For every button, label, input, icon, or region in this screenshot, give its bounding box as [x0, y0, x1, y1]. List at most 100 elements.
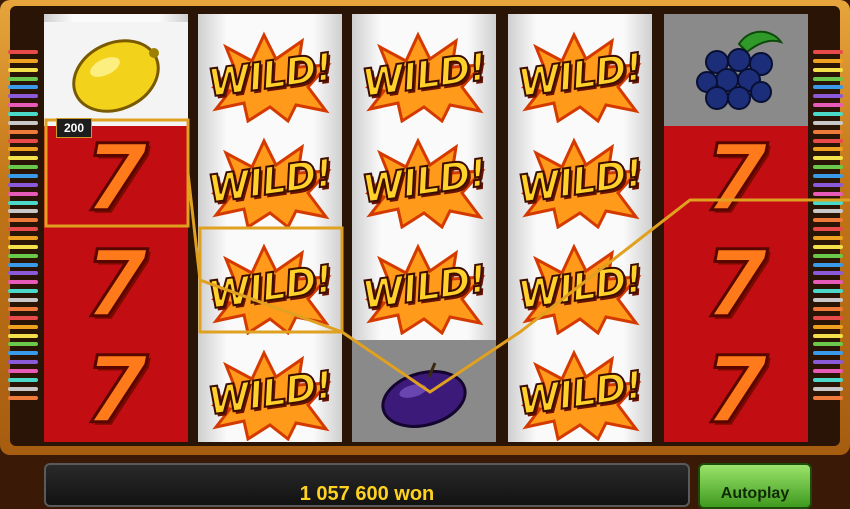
line-indicator-stripe [813, 174, 843, 179]
line-indicator-stripe [813, 227, 843, 232]
reel-4: WILD! WILD! WILD! WILD! [508, 14, 652, 442]
line-indicator-stripe [8, 289, 38, 294]
symbol-wild: WILD! [508, 22, 652, 128]
line-indicator-stripe [8, 377, 38, 382]
reel-3: WILD! WILD! WILD! [352, 14, 496, 442]
line-indicator-stripe [813, 271, 843, 276]
line-indicator-stripe [8, 76, 38, 81]
win-amount-text: 1 057 600 won [299, 483, 435, 505]
line-indicator-stripe [813, 94, 843, 99]
autoplay-button[interactable]: Autoplay [698, 463, 812, 509]
line-indicator-stripe [813, 200, 843, 205]
seven-symbol: 7 [702, 231, 769, 338]
line-indicator-stripe [813, 156, 843, 161]
symbol-wild: WILD! [352, 234, 496, 340]
symbol-plum [352, 340, 496, 442]
symbol-wild: WILD! [198, 22, 342, 128]
line-indicator-stripe [813, 67, 843, 72]
line-indicator-stripe [813, 191, 843, 196]
line-indicator-stripe [813, 138, 843, 143]
line-indicator-stripe [813, 377, 843, 382]
line-indicator-stripe [813, 50, 843, 54]
right-line-indicators [813, 50, 843, 400]
line-indicator-stripe [8, 147, 38, 152]
line-indicator-stripe [813, 306, 843, 311]
symbol-grapes [664, 14, 808, 126]
plum-icon [381, 362, 467, 428]
symbol-wild: WILD! [508, 128, 652, 234]
line-indicator-stripe [8, 360, 38, 365]
symbol-seven: 7 [44, 338, 188, 442]
symbol-seven: 7 [664, 126, 808, 232]
line-indicator-stripe [8, 156, 38, 161]
line-indicator-stripe [8, 58, 38, 63]
symbol-seven: 7 [664, 338, 808, 442]
line-indicator-stripe [8, 129, 38, 134]
line-win-badge: 200 [56, 118, 92, 138]
line-indicator-stripe [813, 280, 843, 285]
line-indicator-stripe [8, 253, 38, 258]
line-indicator-stripe [8, 298, 38, 303]
line-indicator-stripe [8, 165, 38, 170]
seven-symbol: 7 [82, 125, 149, 232]
line-indicator-stripe [8, 244, 38, 249]
symbol-seven: 7 [44, 126, 188, 232]
line-indicator-stripe [813, 76, 843, 81]
symbol-wild: WILD! [508, 234, 652, 340]
seven-symbol: 7 [702, 125, 769, 232]
line-indicator-stripe [813, 289, 843, 294]
line-indicator-stripe [813, 324, 843, 329]
symbol-seven: 7 [664, 232, 808, 338]
seven-symbol: 7 [82, 337, 149, 442]
symbol-wild: WILD! [352, 128, 496, 234]
line-indicator-stripe [813, 351, 843, 356]
line-indicator-stripe [8, 227, 38, 232]
lemon-icon [72, 39, 160, 113]
line-indicator-stripe [813, 368, 843, 373]
win-display: 1 057 600 won [44, 463, 690, 507]
symbol-wild: WILD! [508, 340, 652, 442]
reel-2: WILD! WILD! WILD! WILD! [198, 14, 342, 442]
line-indicator-stripe [813, 209, 843, 214]
line-indicator-stripe [813, 386, 843, 391]
symbol-seven: 7 [44, 232, 188, 338]
line-indicator-stripe [813, 85, 843, 90]
left-line-indicators [8, 50, 38, 400]
line-indicator-stripe [813, 315, 843, 320]
line-indicator-stripe [8, 368, 38, 373]
line-indicator-stripe [8, 200, 38, 205]
seven-symbol: 7 [82, 231, 149, 338]
line-indicator-stripe [813, 120, 843, 125]
symbol-wild: WILD! [352, 22, 496, 128]
line-indicator-stripe [8, 182, 38, 187]
line-indicator-stripe [8, 103, 38, 108]
line-indicator-stripe [8, 174, 38, 179]
line-indicator-stripe [813, 165, 843, 170]
reel-5: 7 7 7 [664, 14, 808, 442]
line-indicator-stripe [8, 94, 38, 99]
grapes-icon [696, 30, 784, 110]
symbol-wild: WILD! [198, 128, 342, 234]
line-indicator-stripe [8, 306, 38, 311]
symbol-wild: WILD! [198, 340, 342, 442]
line-indicator-stripe [8, 351, 38, 356]
line-indicator-stripe [8, 138, 38, 143]
line-indicator-stripe [8, 85, 38, 90]
line-indicator-stripe [8, 324, 38, 329]
seven-symbol: 7 [702, 337, 769, 442]
line-indicator-stripe [8, 333, 38, 338]
line-indicator-stripe [8, 395, 38, 400]
line-indicator-stripe [8, 315, 38, 320]
line-indicator-stripe [813, 360, 843, 365]
line-indicator-stripe [813, 342, 843, 347]
line-indicator-stripe [813, 236, 843, 241]
symbol-lemon [44, 22, 188, 126]
line-indicator-stripe [813, 262, 843, 267]
line-indicator-stripe [813, 58, 843, 63]
line-indicator-stripe [8, 112, 38, 117]
line-indicator-stripe [813, 182, 843, 187]
line-indicator-stripe [813, 129, 843, 134]
line-indicator-stripe [8, 218, 38, 223]
line-indicator-stripe [8, 271, 38, 276]
line-indicator-stripe [8, 191, 38, 196]
